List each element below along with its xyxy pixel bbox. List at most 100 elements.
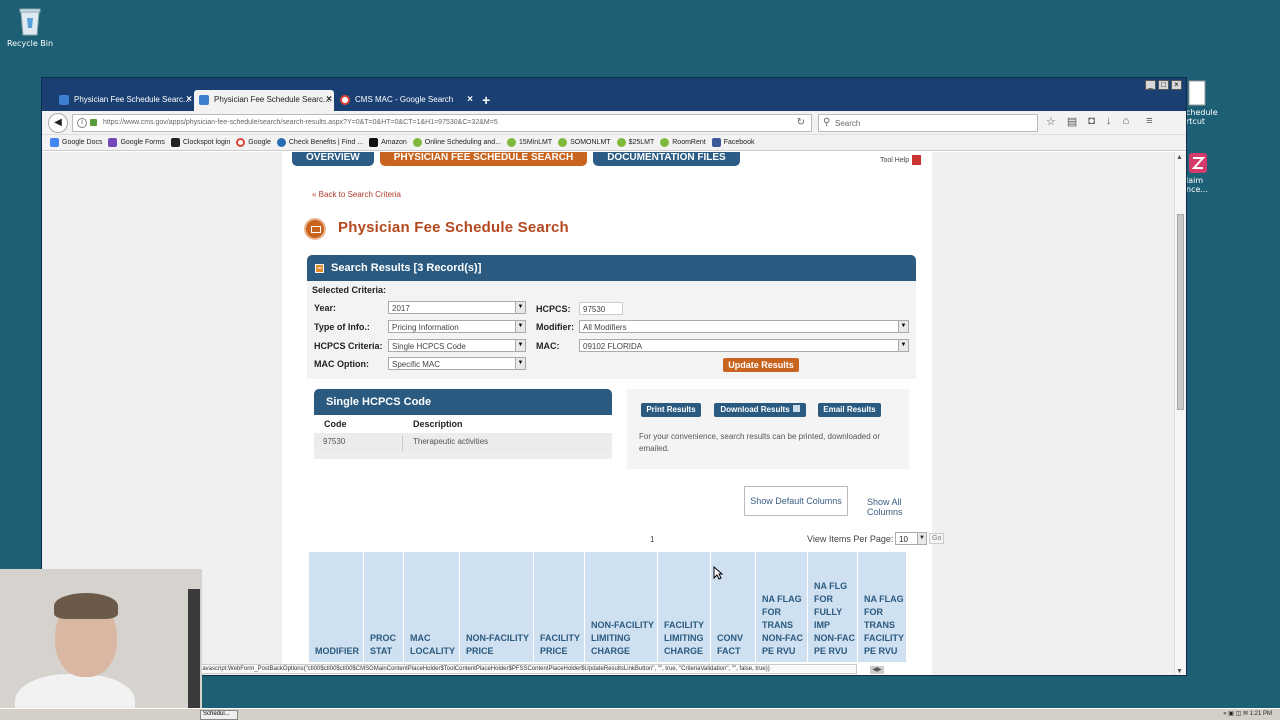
update-results-button[interactable]: Update Results — [723, 358, 799, 372]
system-tray: « ▣ ◫ ✉ 1:21 PM — [1223, 710, 1272, 717]
info-icon[interactable]: i — [77, 118, 87, 128]
taskbar-task-button[interactable]: Schedul... — [200, 710, 238, 720]
vertical-scrollbar[interactable]: ▲ ▼ — [1174, 152, 1186, 675]
bookmark-15minlmt[interactable]: 15MinLMT — [507, 138, 552, 147]
search-results-header[interactable]: − Search Results [3 Record(s)] — [307, 255, 916, 281]
google-favicon-icon — [340, 95, 350, 105]
search-placeholder: Search — [835, 119, 861, 128]
schedule-shortcut-desktop-icon[interactable]: chedule rtcut — [1186, 80, 1226, 126]
modifier-select[interactable]: All Modifiers ▼ — [579, 320, 909, 333]
bookmark-roomrent[interactable]: RoomRent — [660, 138, 706, 147]
scroll-down-icon[interactable]: ▼ — [1176, 668, 1183, 675]
mac-option-select[interactable]: Specific MAC ▼ — [388, 357, 526, 370]
hcpcs-label: HCPCS: — [536, 304, 571, 314]
year-label: Year: — [314, 303, 337, 313]
bookmark-clockspot[interactable]: Clockspot login — [170, 138, 230, 147]
hcpcs-input[interactable]: 97530 — [579, 302, 623, 315]
minimize-icon[interactable]: _ — [1145, 80, 1156, 90]
dropdown-arrow-icon: ▼ — [515, 340, 525, 351]
type-of-info-label: Type of Info.: — [314, 322, 370, 332]
nav-documentation-files[interactable]: DOCUMENTATION FILES — [593, 152, 740, 166]
tab-pfs-2[interactable]: Physician Fee Schedule Searc... × — [194, 90, 334, 111]
tab-google-search[interactable]: CMS MAC - Google Search × — [335, 90, 475, 111]
bookmark-star-icon[interactable]: ☆ — [1046, 115, 1056, 128]
recycle-bin-desktop-icon[interactable]: Recycle Bin — [0, 6, 60, 48]
mac-select[interactable]: 09102 FLORIDA ▼ — [579, 339, 909, 352]
collapse-minus-icon[interactable]: − — [315, 264, 324, 273]
column-header-proc-stat[interactable]: PROC STAT — [364, 552, 404, 662]
type-of-info-select[interactable]: Pricing Information ▼ — [388, 320, 526, 333]
bookmark-somonlmt[interactable]: SOMONLMT — [558, 138, 611, 147]
bookmark-25lmt[interactable]: $25LMT — [616, 138, 654, 147]
tab-label: CMS MAC - Google Search — [355, 95, 454, 104]
column-header-na-flag-trans-non-fac[interactable]: NA FLAG FOR TRANS NON-FAC PE RVU — [756, 552, 808, 662]
recycle-bin-icon — [19, 8, 41, 36]
column-header-non-facility-price[interactable]: NON-FACILITY PRICE — [460, 552, 534, 662]
bookmark-check-benefits[interactable]: Check Benefits | Find ... — [276, 138, 363, 147]
facebook-icon — [711, 138, 721, 147]
cms-favicon-icon — [59, 95, 69, 105]
column-header-non-facility-limiting-charge[interactable]: NON-FACILITY LIMITING CHARGE — [585, 552, 658, 662]
close-tab-icon[interactable]: × — [186, 94, 192, 105]
nav-overview[interactable]: OVERVIEW — [292, 152, 374, 166]
bookmark-online-scheduling[interactable]: Online Scheduling and... — [412, 138, 501, 147]
scroll-up-icon[interactable]: ▲ — [1176, 154, 1183, 161]
tab-label: Physician Fee Schedule Searc... — [214, 95, 330, 104]
nav-physician-fee-schedule-search[interactable]: PHYSICIAN FEE SCHEDULE SEARCH — [379, 152, 588, 166]
bookmark-google-forms[interactable]: Google Forms — [108, 138, 165, 147]
pocket-icon[interactable]: ◘ — [1088, 115, 1095, 128]
show-all-columns-button[interactable]: Show All Columns — [867, 497, 932, 517]
column-header-modifier[interactable]: MODIFIER — [309, 552, 364, 662]
scrollbar-thumb[interactable] — [1177, 214, 1184, 410]
download-results-button[interactable]: Download Results — [714, 403, 806, 417]
url-bar[interactable]: i https://www.cms.gov/apps/physician-fee… — [72, 114, 812, 132]
mac-label: MAC: — [536, 341, 560, 351]
leaf-icon — [507, 138, 517, 147]
menu-hamburger-icon[interactable]: ≡ — [1146, 115, 1152, 128]
close-tab-icon[interactable]: × — [467, 94, 473, 105]
mouse-cursor-icon — [713, 566, 723, 580]
monitor-badge-icon — [304, 218, 326, 240]
hcpcs-criteria-select[interactable]: Single HCPCS Code ▼ — [388, 339, 526, 352]
tab-pfs-1[interactable]: Physician Fee Schedule Searc... × — [54, 90, 194, 111]
items-per-page-select[interactable]: 10 ▼ — [895, 532, 927, 545]
download-arrow-icon[interactable]: ↓ — [1106, 115, 1112, 128]
year-select[interactable]: 2017 ▼ — [388, 301, 526, 314]
show-default-columns-button[interactable]: Show Default Columns — [744, 486, 848, 516]
column-header-facility-price[interactable]: FACILITY PRICE — [534, 552, 585, 662]
tray-icons[interactable]: « ▣ ◫ ✉ — [1223, 711, 1249, 717]
person-hair — [54, 593, 118, 619]
close-tab-icon[interactable]: × — [326, 94, 332, 105]
tool-help-link[interactable]: Tool Help — [880, 155, 922, 165]
email-results-button[interactable]: Email Results — [818, 403, 881, 417]
page-number[interactable]: 1 — [650, 535, 654, 544]
claim-shortcut-desktop-icon[interactable]: laim nce... — [1186, 152, 1226, 194]
reload-icon[interactable]: ↻ — [797, 117, 805, 128]
maximize-icon[interactable]: □ — [1158, 80, 1169, 90]
claim-shortcut-label: laim nce... — [1186, 176, 1209, 194]
mac-option-label: MAC Option: — [314, 359, 369, 369]
close-window-icon[interactable]: × — [1171, 80, 1182, 90]
print-results-button[interactable]: Print Results — [641, 403, 701, 417]
column-header-facility-limiting-charge[interactable]: FACILITY LIMITING CHARGE — [658, 552, 711, 662]
bookmark-google[interactable]: Google — [236, 138, 271, 147]
go-button[interactable]: Go — [929, 533, 945, 544]
leaf-icon — [616, 138, 626, 147]
bookmark-google-docs[interactable]: Google Docs — [50, 138, 102, 147]
app-z-icon — [1189, 153, 1207, 173]
column-header-na-flag-trans-facility[interactable]: NA FLAG FOR TRANS FACILITY PE RVU — [858, 552, 906, 662]
horizontal-scroll-arrows-icon[interactable]: ◀▶ — [870, 666, 884, 674]
browser-search-input[interactable]: ⚲ Search — [818, 114, 1038, 132]
home-icon[interactable]: ⌂ — [1122, 115, 1129, 128]
leaf-icon — [660, 138, 670, 147]
back-arrow-icon[interactable]: ◀ — [48, 113, 68, 133]
new-tab-plus-icon[interactable]: + — [482, 92, 490, 108]
clipboard-icon[interactable]: ▤ — [1067, 115, 1077, 128]
bookmark-facebook[interactable]: Facebook — [711, 138, 754, 147]
column-header-mac-locality[interactable]: MAC LOCALITY — [404, 552, 460, 662]
search-icon: ⚲ — [823, 117, 831, 128]
column-header-na-flg-fully-imp-non-fac[interactable]: NA FLG FOR FULLY IMP NON-FAC PE RVU — [808, 552, 858, 662]
back-to-search-criteria-link[interactable]: « Back to Search Criteria — [312, 190, 401, 199]
bookmark-amazon[interactable]: Amazon — [369, 138, 407, 147]
code-column-header: Code — [324, 419, 347, 429]
